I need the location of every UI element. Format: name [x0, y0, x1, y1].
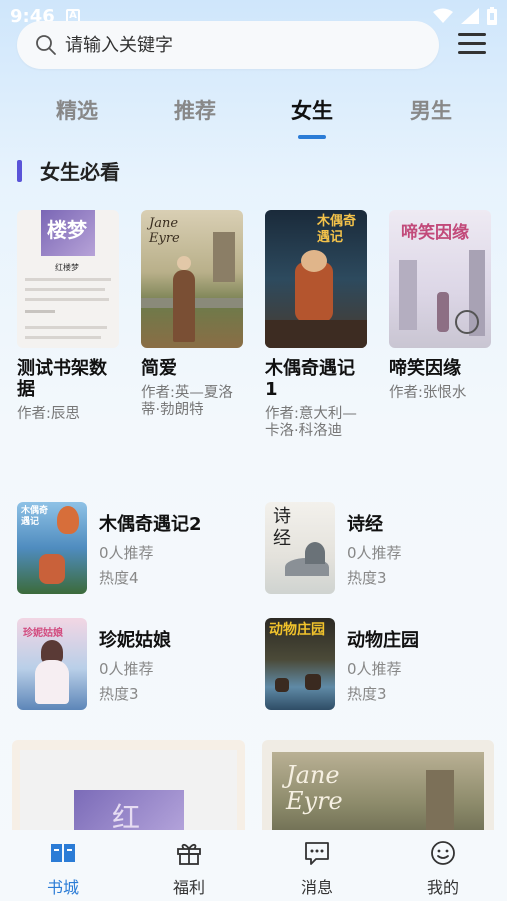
profile-icon: [431, 841, 455, 865]
heat-value: 热度3: [99, 685, 139, 703]
tab-nansheng[interactable]: 男生: [391, 95, 471, 125]
search-bar[interactable]: [17, 21, 439, 69]
list-title: 动物庄园: [347, 630, 419, 651]
book-card[interactable]: 楼梦 红楼梦 测试书架数据 作者:辰思: [17, 210, 119, 423]
tab-nvsheng[interactable]: 女生: [272, 95, 352, 125]
wifi-icon: [433, 8, 453, 23]
menu-icon[interactable]: [458, 33, 486, 57]
list-title: 木偶奇遇记2: [99, 514, 202, 535]
nav-messages[interactable]: 消息: [277, 840, 357, 898]
recommend-count: 0人推荐: [99, 544, 154, 562]
list-item[interactable]: 诗经 诗经 0人推荐 热度3: [265, 502, 485, 594]
book-author: 作者:意大利—卡洛·科洛迪: [265, 406, 357, 439]
book-card[interactable]: Jane Eyre 简爱 作者:英—夏洛蒂·勃朗特: [141, 210, 243, 419]
list-title: 珍妮姑娘: [99, 630, 171, 651]
list-cover: 珍妮姑娘: [17, 618, 87, 710]
bottom-navigation: 书城 福利 消息 我的: [0, 830, 507, 901]
list-item[interactable]: 动物庄园 动物庄园 0人推荐 热度3: [265, 618, 485, 710]
nav-label: 我的: [426, 878, 459, 897]
cover-subtitle: 红楼梦: [55, 263, 79, 272]
book-card[interactable]: 木偶奇遇记 木偶奇遇记1 作者:意大利—卡洛·科洛迪: [265, 210, 367, 440]
battery-icon: [487, 7, 497, 25]
book-icon: [51, 844, 75, 862]
search-input[interactable]: [65, 34, 385, 56]
book-title: 啼笑因缘: [389, 358, 461, 379]
nav-bookstore[interactable]: 书城: [23, 840, 103, 898]
nav-label: 消息: [300, 878, 333, 897]
status-indicators: [433, 7, 497, 25]
nav-label: 福利: [172, 878, 205, 897]
message-icon: [305, 842, 329, 865]
book-author: 作者:张恨水: [389, 385, 467, 401]
book-author: 作者:英—夏洛蒂·勃朗特: [141, 385, 233, 418]
nav-welfare[interactable]: 福利: [149, 840, 229, 898]
list-item[interactable]: 珍妮姑娘 珍妮姑娘 0人推荐 热度3: [17, 618, 237, 710]
book-card[interactable]: 啼笑因缘 啼笑因缘 作者:张恨水: [389, 210, 491, 402]
active-tab-indicator: [298, 135, 326, 139]
nav-label: 书城: [46, 878, 79, 897]
heat-value: 热度4: [99, 569, 139, 587]
cover-text: 木偶奇遇记: [317, 214, 357, 245]
heat-value: 热度3: [347, 685, 387, 703]
tab-tuijian[interactable]: 推荐: [155, 95, 235, 125]
book-cover: 楼梦 红楼梦: [17, 210, 119, 348]
cover-text: 珍妮姑娘: [23, 628, 63, 639]
book-title: 测试书架数据: [17, 358, 107, 400]
section-title: 女生必看: [40, 160, 120, 184]
nav-profile[interactable]: 我的: [403, 840, 483, 898]
cover-text: 楼梦: [47, 218, 87, 242]
list-title: 诗经: [347, 514, 383, 535]
search-icon: [36, 35, 56, 55]
gift-icon: [177, 843, 201, 865]
book-author: 作者:辰思: [17, 406, 80, 422]
recommend-count: 0人推荐: [99, 660, 154, 678]
cover-text: 木偶奇遇记: [21, 506, 49, 527]
list-cover: 木偶奇遇记: [17, 502, 87, 594]
list-item[interactable]: 木偶奇遇记 木偶奇遇记2 0人推荐 热度4: [17, 502, 237, 594]
banner-card[interactable]: Jane Eyre: [262, 740, 494, 840]
recommend-count: 0人推荐: [347, 660, 402, 678]
list-cover: 动物庄园: [265, 618, 335, 710]
banner-card[interactable]: 红: [12, 740, 245, 840]
book-title: 木偶奇遇记1: [265, 358, 355, 400]
signal-icon: [461, 8, 479, 24]
cover-text: Jane Eyre: [286, 761, 343, 815]
heat-value: 热度3: [347, 569, 387, 587]
cover-text: 诗经: [273, 506, 291, 549]
recommend-count: 0人推荐: [347, 544, 402, 562]
book-title: 简爱: [141, 358, 177, 379]
book-cover: 啼笑因缘: [389, 210, 491, 348]
cover-text: 啼笑因缘: [401, 223, 469, 243]
cover-text: Jane Eyre: [149, 216, 180, 246]
book-cover: Jane Eyre: [141, 210, 243, 348]
cover-text: 动物庄园: [269, 622, 325, 638]
section-marker: [17, 160, 22, 182]
book-cover: 木偶奇遇记: [265, 210, 367, 348]
category-tabs: 精选 推荐 女生 男生: [0, 95, 507, 145]
tab-jingxuan[interactable]: 精选: [37, 95, 117, 125]
list-cover: 诗经: [265, 502, 335, 594]
